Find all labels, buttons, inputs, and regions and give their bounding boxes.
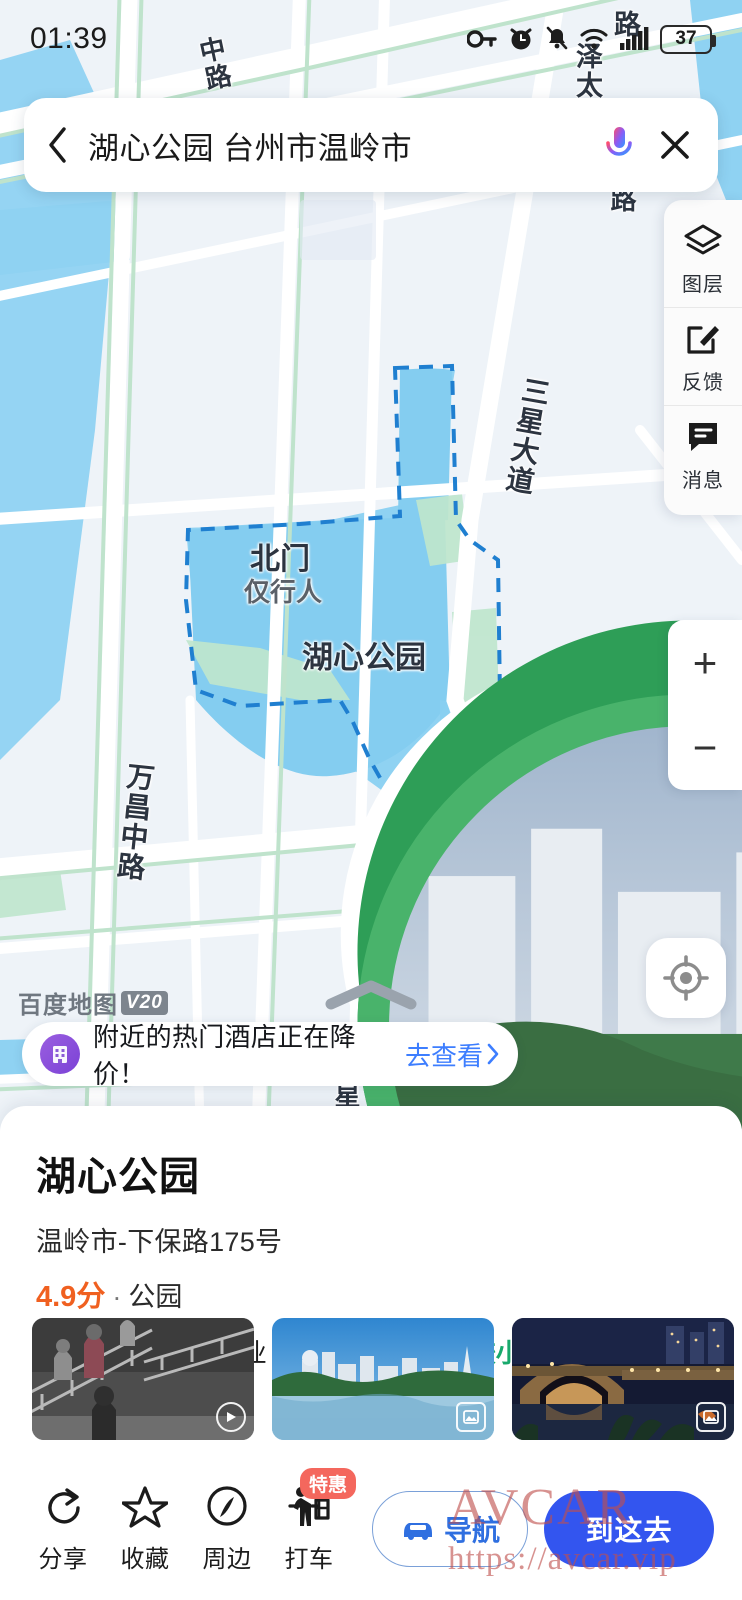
zoom-in-button[interactable]: + bbox=[668, 620, 742, 705]
baidu-maps-app: 路 泽太 路 中路 三星大道 万昌中路 星 环路 北门 仅行人 bbox=[0, 0, 742, 1600]
search-bar[interactable]: 湖心公园 台州市温岭市 bbox=[24, 98, 718, 192]
place-title: 湖心公园 bbox=[36, 1155, 200, 1199]
star-icon bbox=[121, 1486, 169, 1528]
promo-text: 附近的热门酒店正在降价！ bbox=[93, 1022, 357, 1089]
back-button[interactable] bbox=[46, 126, 68, 164]
microphone-icon bbox=[606, 127, 632, 165]
place-photo-strip bbox=[32, 1318, 734, 1440]
nearby-button[interactable]: 周边 bbox=[186, 1484, 268, 1574]
battery-level: 37 bbox=[675, 28, 697, 49]
layers-button[interactable]: 图层 bbox=[664, 210, 742, 307]
voice-search-button[interactable] bbox=[602, 123, 636, 167]
map-tool-stack: 图层 反馈 消息 bbox=[664, 200, 742, 515]
bell-muted-icon bbox=[546, 26, 568, 50]
baidu-map-attribution: 百度地图 V20 bbox=[18, 985, 168, 1020]
message-icon bbox=[689, 423, 717, 451]
locate-crosshair-icon bbox=[663, 955, 709, 1001]
navigate-label: 导航 bbox=[443, 1515, 500, 1546]
key-icon bbox=[467, 30, 497, 48]
navigate-button[interactable]: 导航 bbox=[372, 1491, 528, 1567]
attribution-version: V20 bbox=[121, 990, 168, 1015]
message-label: 消息 bbox=[682, 470, 724, 492]
gallery-badge bbox=[696, 1402, 726, 1432]
feedback-label: 反馈 bbox=[682, 372, 724, 394]
share-label: 分享 bbox=[38, 1546, 88, 1573]
compass-icon bbox=[207, 1486, 247, 1526]
car-icon bbox=[403, 1523, 432, 1540]
place-rating: 4.9分 bbox=[36, 1281, 106, 1313]
go-here-button[interactable]: 到这去 bbox=[544, 1491, 714, 1567]
locate-button[interactable] bbox=[646, 938, 726, 1018]
hotel-building-icon bbox=[53, 1046, 67, 1063]
promo-link[interactable]: 去查看 bbox=[405, 1036, 500, 1073]
promo-link-label: 去查看 bbox=[404, 1040, 483, 1071]
favorite-button[interactable]: 收藏 bbox=[104, 1484, 186, 1574]
layers-label: 图层 bbox=[682, 274, 724, 296]
chevron-up-icon bbox=[325, 980, 417, 1010]
video-play-badge bbox=[216, 1402, 246, 1432]
taxi-label: 打车 bbox=[284, 1546, 334, 1573]
share-icon bbox=[48, 1488, 80, 1524]
place-address: 温岭市-下保路175号 bbox=[36, 1227, 283, 1257]
status-bar: 01:39 37 bbox=[0, 0, 742, 78]
meta-separator: · bbox=[112, 1282, 122, 1312]
zoom-out-button[interactable]: − bbox=[668, 705, 742, 790]
alarm-icon bbox=[510, 28, 532, 50]
place-meta: 4.9分 · 公园 bbox=[36, 1273, 742, 1315]
close-icon bbox=[661, 131, 689, 159]
battery-icon: 37 bbox=[660, 24, 716, 54]
wifi-icon bbox=[580, 28, 608, 49]
play-icon bbox=[227, 1412, 236, 1422]
layers-icon bbox=[684, 224, 722, 255]
feedback-edit-icon bbox=[687, 326, 719, 354]
status-clock: 01:39 bbox=[30, 22, 108, 55]
feedback-button[interactable]: 反馈 bbox=[664, 307, 742, 405]
attribution-text: 百度地图 bbox=[18, 992, 118, 1019]
search-input[interactable]: 湖心公园 台州市温岭市 bbox=[88, 123, 602, 168]
chevron-right-icon bbox=[487, 1043, 499, 1065]
go-here-label: 到这去 bbox=[585, 1515, 673, 1546]
gallery-icon bbox=[703, 1410, 719, 1424]
place-photo[interactable] bbox=[32, 1318, 254, 1440]
bottom-action-bar: 分享 收藏 周边 特惠 打车 导航 到这去 bbox=[0, 1458, 742, 1600]
clear-search-button[interactable] bbox=[658, 128, 692, 162]
nearby-label: 周边 bbox=[202, 1546, 252, 1573]
gallery-icon bbox=[463, 1410, 479, 1424]
taxi-promo-badge: 特惠 bbox=[300, 1468, 357, 1499]
hotel-promo-banner[interactable]: 附近的热门酒店正在降价！ 去查看 bbox=[22, 1022, 518, 1089]
message-button[interactable]: 消息 bbox=[664, 405, 742, 503]
back-chevron-icon bbox=[49, 127, 66, 163]
signal-icon bbox=[620, 27, 649, 50]
share-button[interactable]: 分享 bbox=[22, 1484, 104, 1574]
zoom-controls: + − bbox=[668, 620, 742, 790]
status-icons: 37 bbox=[467, 24, 716, 54]
hotel-icon bbox=[40, 1034, 80, 1074]
place-category: 公园 bbox=[128, 1282, 183, 1312]
place-photo[interactable] bbox=[512, 1318, 734, 1440]
favorite-label: 收藏 bbox=[120, 1546, 170, 1573]
sheet-drag-handle[interactable] bbox=[319, 978, 423, 1017]
gallery-badge bbox=[456, 1402, 486, 1432]
taxi-button[interactable]: 特惠 打车 bbox=[268, 1468, 357, 1574]
place-photo[interactable] bbox=[272, 1318, 494, 1440]
